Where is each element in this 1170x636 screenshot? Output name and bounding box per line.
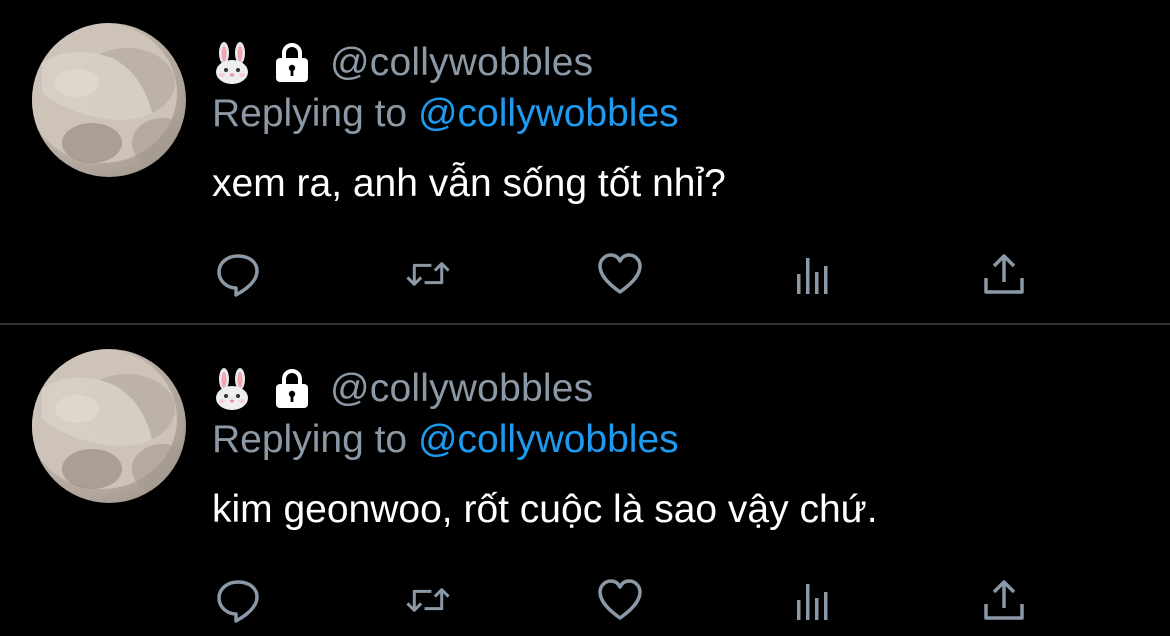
tweet[interactable]: @collywobbles Replying to @collywobbles …	[0, 326, 1170, 636]
lock-icon	[272, 367, 312, 411]
rabbit-emoji-icon	[212, 367, 252, 411]
replying-to: Replying to @collywobbles	[212, 92, 679, 136]
tweet-header: @collywobbles	[212, 364, 593, 414]
stats-button[interactable]	[788, 250, 836, 298]
retweet-button[interactable]	[404, 250, 452, 298]
tweet-text: kim geonwoo, rốt cuộc là sao vậy chứ.	[212, 488, 878, 531]
replying-prefix: Replying to	[212, 92, 418, 135]
heart-icon	[598, 253, 642, 294]
replying-prefix: Replying to	[212, 418, 418, 461]
avatar-rabbit-photo	[32, 349, 186, 494]
share-button[interactable]	[980, 250, 1028, 298]
rabbit-emoji-icon	[212, 41, 252, 85]
avatar-rabbit-photo	[32, 23, 186, 168]
replying-to-mention[interactable]: @collywobbles	[418, 418, 679, 461]
share-icon	[984, 254, 1024, 294]
retweet-icon	[406, 588, 450, 612]
stats-icon	[797, 584, 828, 620]
share-icon	[984, 580, 1024, 620]
like-button[interactable]	[596, 250, 644, 298]
replying-to: Replying to @collywobbles	[212, 418, 679, 462]
retweet-button[interactable]	[404, 576, 452, 624]
retweet-icon	[406, 262, 450, 286]
share-button[interactable]	[980, 576, 1028, 624]
tweet-header: @collywobbles	[212, 38, 593, 88]
stats-icon	[797, 258, 828, 294]
reply-icon	[217, 580, 259, 623]
replying-to-mention[interactable]: @collywobbles	[418, 92, 679, 135]
reply-icon	[217, 254, 259, 297]
tweet-actions	[212, 576, 1042, 626]
user-handle[interactable]: @collywobbles	[330, 41, 593, 85]
reply-button[interactable]	[214, 576, 262, 624]
tweet-actions	[212, 250, 1042, 300]
lock-icon	[272, 41, 312, 85]
avatar[interactable]	[32, 23, 186, 177]
heart-icon	[598, 579, 642, 620]
divider	[0, 323, 1170, 325]
reply-button[interactable]	[214, 250, 262, 298]
stats-button[interactable]	[788, 576, 836, 624]
avatar[interactable]	[32, 349, 186, 503]
tweet-text: xem ra, anh vẫn sống tốt nhỉ?	[212, 162, 726, 205]
tweet[interactable]: @collywobbles Replying to @collywobbles …	[0, 0, 1170, 324]
user-handle[interactable]: @collywobbles	[330, 367, 593, 411]
like-button[interactable]	[596, 576, 644, 624]
